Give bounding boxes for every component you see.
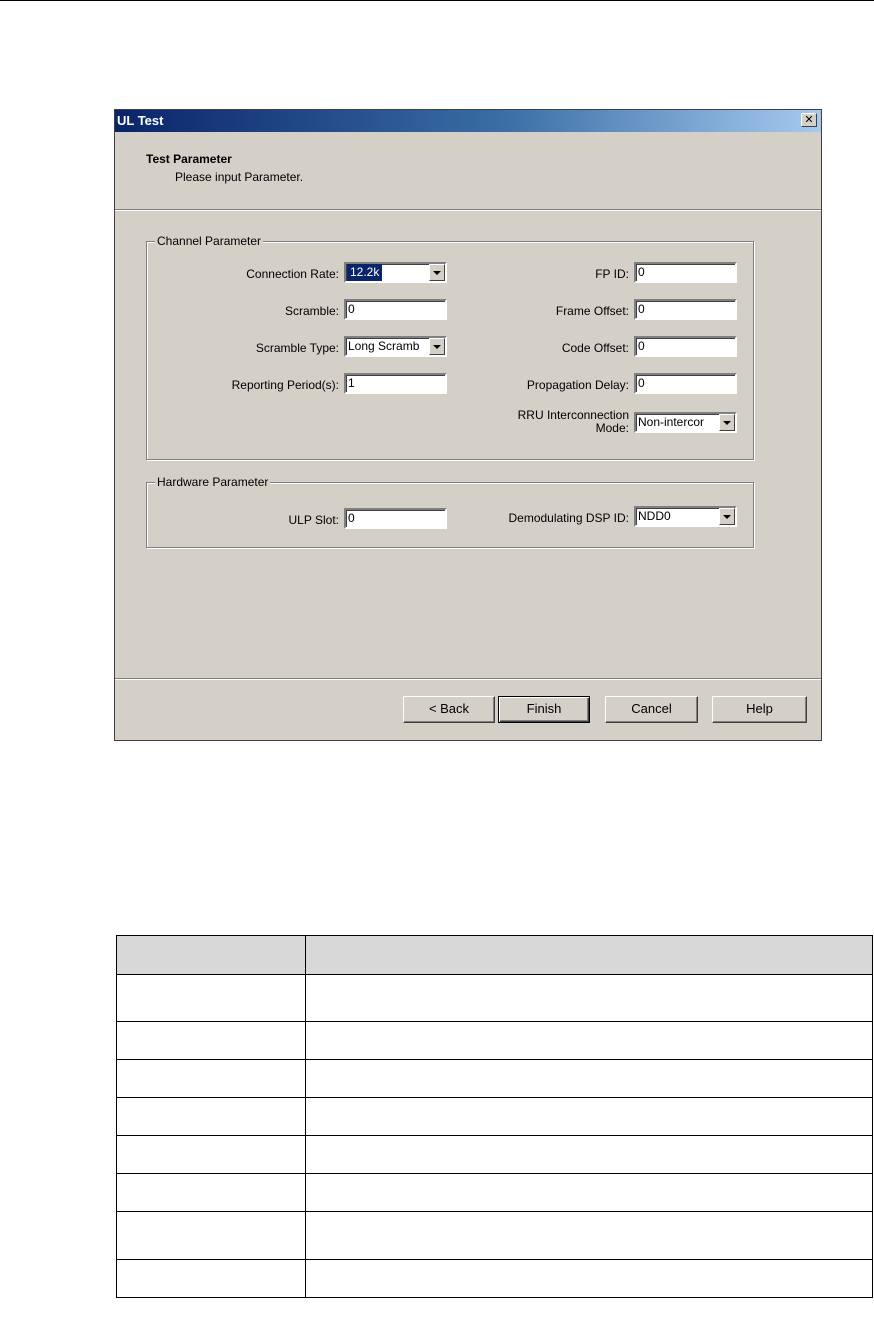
table-cell xyxy=(116,1173,306,1212)
table-row xyxy=(116,1097,873,1136)
ulp-slot-label: ULP Slot: xyxy=(288,513,339,527)
chevron-down-icon[interactable] xyxy=(719,508,735,525)
reporting-period-input[interactable]: 1 xyxy=(344,373,447,394)
help-button[interactable]: Help xyxy=(712,696,807,723)
page-header-subtitle: Please input Parameter. xyxy=(175,170,304,184)
table-row xyxy=(116,1135,873,1174)
frame-offset-label: Frame Offset: xyxy=(555,304,629,318)
table-cell xyxy=(305,1059,873,1098)
table-row xyxy=(116,1021,873,1060)
fp-id-label: FP ID: xyxy=(595,267,629,281)
table-cell xyxy=(116,1059,306,1098)
table-cell xyxy=(305,1021,873,1060)
table-header-cell xyxy=(116,935,306,975)
fp-id-input[interactable]: 0 xyxy=(634,262,737,283)
dsp-id-label: Demodulating DSP ID: xyxy=(508,511,629,525)
chevron-down-icon[interactable] xyxy=(719,414,735,431)
table-row xyxy=(116,974,873,1022)
scramble-input[interactable]: 0 xyxy=(344,299,447,320)
table-cell xyxy=(305,1097,873,1136)
rru-mode-select[interactable]: Non-intercor xyxy=(634,412,737,433)
channel-parameter-legend: Channel Parameter xyxy=(155,234,264,248)
back-button[interactable]: < Back xyxy=(403,696,495,723)
code-offset-input[interactable]: 0 xyxy=(634,336,737,357)
dsp-id-value: NDD0 xyxy=(638,509,671,523)
parameter-table xyxy=(116,935,873,1298)
ulp-slot-input[interactable]: 0 xyxy=(344,508,447,529)
page-header-title: Test Parameter xyxy=(146,152,232,166)
rru-mode-label: RRU Interconnection Mode: xyxy=(517,408,629,435)
hardware-parameter-legend: Hardware Parameter xyxy=(155,475,271,489)
table-cell xyxy=(116,1135,306,1174)
page-top-rule xyxy=(0,0,874,1)
propagation-delay-label: Propagation Delay: xyxy=(526,378,629,392)
rru-mode-value: Non-intercor xyxy=(638,415,705,429)
table-row xyxy=(116,1259,873,1298)
frame-offset-input[interactable]: 0 xyxy=(634,299,737,320)
connection-rate-select[interactable]: 12.2k xyxy=(344,262,447,283)
table-cell xyxy=(116,1097,306,1136)
finish-button[interactable]: Finish xyxy=(498,696,590,723)
table-row xyxy=(116,1211,873,1260)
table-cell xyxy=(116,1211,306,1260)
close-icon[interactable]: ✕ xyxy=(801,113,817,127)
scramble-type-label: Scramble Type: xyxy=(255,341,339,355)
footer-divider xyxy=(115,678,821,680)
table-row xyxy=(116,1059,873,1098)
cancel-button[interactable]: Cancel xyxy=(605,696,698,723)
connection-rate-value: 12.2k xyxy=(347,264,383,281)
propagation-delay-input[interactable]: 0 xyxy=(634,373,737,394)
table-cell xyxy=(305,974,873,1022)
scramble-type-select[interactable]: Long Scramb xyxy=(344,336,447,357)
code-offset-label: Code Offset: xyxy=(561,341,629,355)
table-header-row xyxy=(116,935,873,975)
dialog-title: UL Test xyxy=(117,113,164,128)
scramble-label: Scramble: xyxy=(284,304,339,318)
table-cell xyxy=(116,1259,306,1298)
table-cell xyxy=(116,974,306,1022)
dsp-id-select[interactable]: NDD0 xyxy=(634,506,737,527)
table-cell xyxy=(305,1173,873,1212)
table-header-cell xyxy=(305,935,873,975)
table-cell xyxy=(305,1259,873,1298)
table-row xyxy=(116,1173,873,1212)
chevron-down-icon[interactable] xyxy=(429,264,445,281)
table-cell xyxy=(305,1135,873,1174)
table-cell xyxy=(116,1021,306,1060)
chevron-down-icon[interactable] xyxy=(429,338,445,355)
ul-test-dialog: UL Test ✕ Test Parameter Please input Pa… xyxy=(114,109,822,741)
scramble-type-value: Long Scramb xyxy=(348,339,420,353)
header-divider xyxy=(115,209,821,211)
dialog-titlebar[interactable]: UL Test ✕ xyxy=(115,110,821,132)
table-cell xyxy=(305,1211,873,1260)
connection-rate-label: Connection Rate: xyxy=(246,267,339,281)
reporting-period-label: Reporting Period(s): xyxy=(231,378,339,392)
